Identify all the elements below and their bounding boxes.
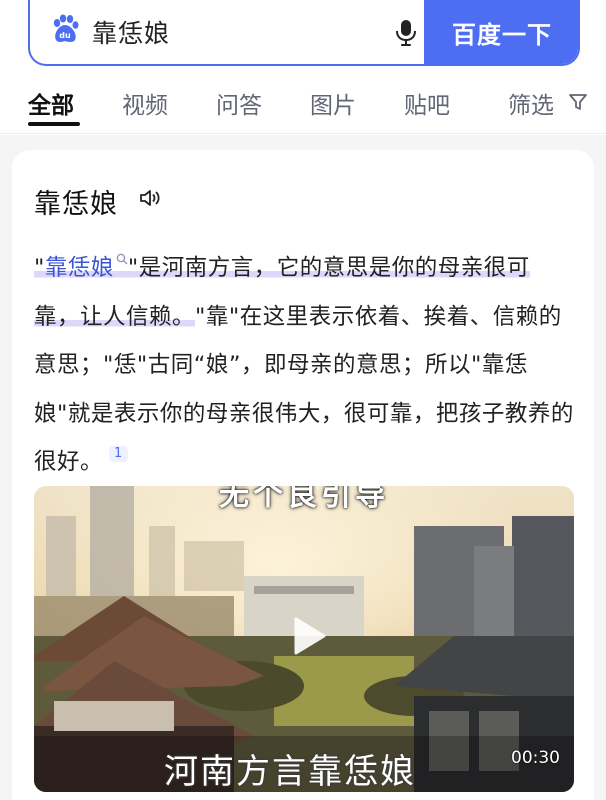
quote-mark: "	[34, 255, 45, 281]
search-input[interactable]: 靠恁娘	[92, 14, 170, 50]
tab-video[interactable]: 视频	[122, 86, 168, 120]
video-duration: 00:30	[511, 748, 560, 768]
speaker-icon[interactable]	[138, 186, 162, 210]
tab-images[interactable]: 图片	[310, 86, 356, 120]
search-button[interactable]: 百度一下	[424, 0, 578, 64]
search-q-icon[interactable]	[116, 234, 128, 265]
tab-bar: 全部 视频 问答 图片 贴吧 筛选	[0, 72, 606, 134]
funnel-filter-icon[interactable]	[568, 92, 588, 112]
tab-qa[interactable]: 问答	[216, 86, 262, 120]
term-link[interactable]: 靠恁娘	[45, 255, 114, 281]
video-top-caption: 无个良引导	[219, 486, 389, 513]
answer-text: "靠恁娘 "是河南方言，它的意思是你的母亲很可靠，让人信赖。"靠"在这里表示依着、…	[34, 234, 574, 487]
search-bar: du 靠恁娘 百度一下	[28, 0, 580, 66]
card-title: 靠恁娘	[34, 189, 118, 220]
active-tab-indicator	[28, 122, 80, 126]
baidu-paw-logo-icon[interactable]: du	[50, 14, 80, 44]
video-caption: 河南方言靠恁娘	[164, 752, 416, 792]
video-player[interactable]: 无个良引导 河南方言靠恁娘 00:30	[34, 486, 574, 792]
filter-button[interactable]: 筛选	[508, 86, 554, 120]
tab-tieba[interactable]: 贴吧	[404, 86, 450, 120]
tab-all[interactable]: 全部	[28, 86, 74, 120]
citation-badge[interactable]: 1	[109, 446, 128, 462]
mic-icon[interactable]	[394, 18, 418, 48]
logo-text: du	[59, 31, 71, 40]
play-icon[interactable]	[280, 610, 332, 662]
answer-card: 靠恁娘 "靠恁娘 "是河南方言，它的意思是你的母亲很可靠，让人信赖。"靠"在这里表…	[12, 150, 594, 800]
